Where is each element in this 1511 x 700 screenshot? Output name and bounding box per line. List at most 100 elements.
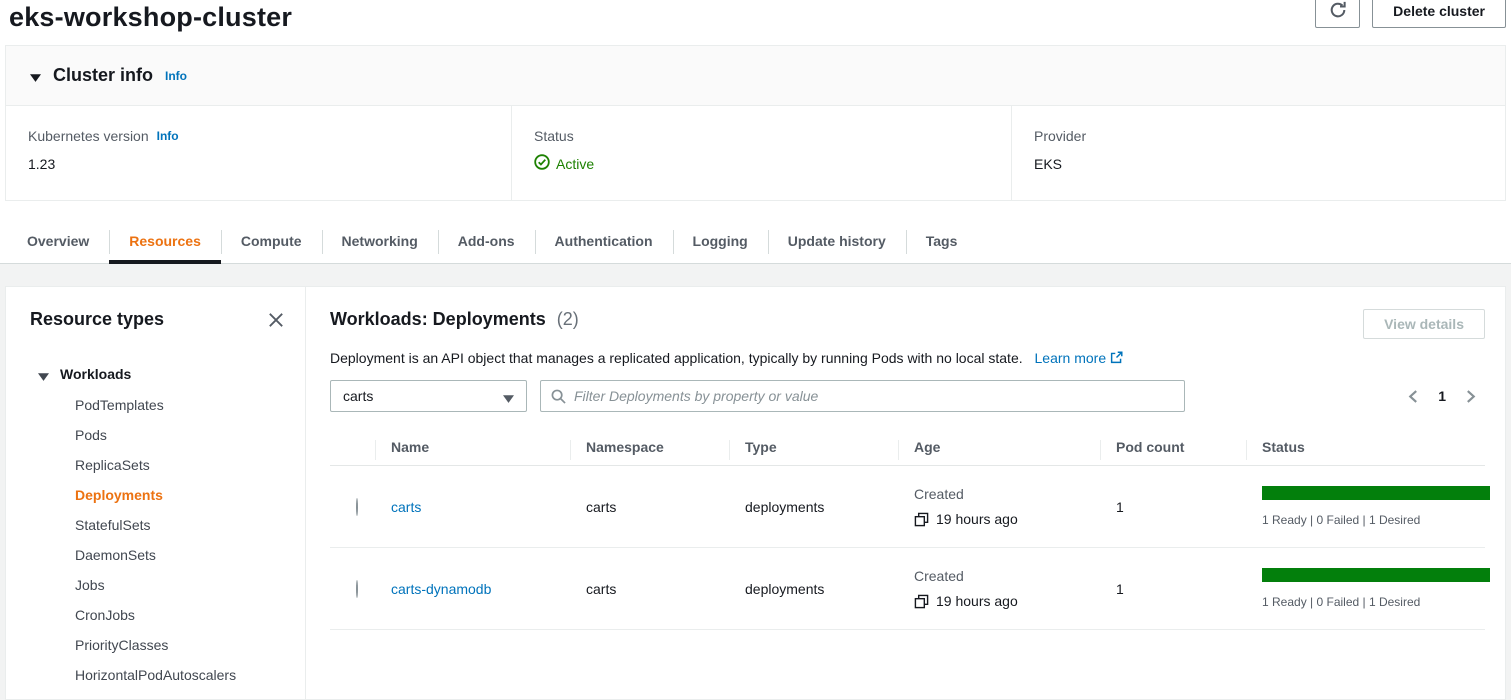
cell-namespace: carts <box>570 581 729 597</box>
status-label: Status <box>534 128 574 144</box>
table-row: carts-dynamodb carts deployments Created… <box>330 548 1485 630</box>
cell-namespace: carts <box>570 499 729 515</box>
header-status: Status <box>1246 439 1485 455</box>
deployments-table: Name Namespace Type Age Pod count Status… <box>330 429 1485 630</box>
namespace-filter-dropdown[interactable]: carts <box>330 380 527 412</box>
delete-cluster-button[interactable]: Delete cluster <box>1372 0 1506 28</box>
deployment-name-link[interactable]: carts-dynamodb <box>391 581 491 597</box>
provider-value: EKS <box>1034 156 1505 172</box>
cell-age: Created 19 hours ago <box>898 568 1100 609</box>
eks-cluster-page: eks-workshop-cluster Delete cluster Clus… <box>0 0 1511 700</box>
panel-count: (2) <box>557 309 579 329</box>
tab-tags[interactable]: Tags <box>906 219 978 263</box>
header-pod-count: Pod count <box>1100 439 1246 455</box>
tab-compute[interactable]: Compute <box>221 219 322 263</box>
panel-description: Deployment is an API object that manages… <box>330 350 1023 366</box>
refresh-button[interactable] <box>1315 0 1360 28</box>
tab-resources[interactable]: Resources <box>109 219 221 263</box>
page-number[interactable]: 1 <box>1438 388 1446 404</box>
filter-row: carts 1 <box>330 380 1485 412</box>
copy-icon[interactable] <box>914 594 929 609</box>
cluster-info-card: Cluster info Info Kubernetes version Inf… <box>5 45 1506 201</box>
sidebar-item-cronjobs[interactable]: CronJobs <box>30 600 285 630</box>
refresh-icon <box>1329 1 1347 22</box>
cell-status: 1 Ready | 0 Failed | 1 Desired <box>1246 486 1485 527</box>
tab-overview[interactable]: Overview <box>7 219 109 263</box>
sidebar-item-replicasets[interactable]: ReplicaSets <box>30 450 285 480</box>
cluster-info-info-link[interactable]: Info <box>165 69 187 83</box>
deployment-name-link[interactable]: carts <box>391 499 421 515</box>
learn-more-link[interactable]: Learn more <box>1035 350 1107 366</box>
cell-age: Created 19 hours ago <box>898 486 1100 527</box>
pagination: 1 <box>1407 388 1485 404</box>
cell-type: deployments <box>729 581 898 597</box>
sidebar-item-pods[interactable]: Pods <box>30 420 285 450</box>
tree-group-label: Workloads <box>60 366 131 382</box>
header-name: Name <box>375 439 570 455</box>
row-radio[interactable] <box>356 498 358 516</box>
search-input[interactable] <box>574 388 1174 404</box>
status-bar <box>1262 486 1490 500</box>
sidebar-item-podtemplates[interactable]: PodTemplates <box>30 390 285 420</box>
kubernetes-version-label: Kubernetes version <box>28 128 149 144</box>
tab-update-history[interactable]: Update history <box>768 219 906 263</box>
header-type: Type <box>729 439 898 455</box>
age-created-label: Created <box>914 486 1100 502</box>
status-text: 1 Ready | 0 Failed | 1 Desired <box>1262 513 1485 527</box>
expander-caret-icon[interactable] <box>30 70 41 81</box>
status-badge: Active <box>534 154 1011 173</box>
close-icon[interactable] <box>267 311 285 329</box>
cluster-tab-bar: Overview Resources Compute Networking Ad… <box>0 219 1511 264</box>
provider-label: Provider <box>1034 128 1086 144</box>
chevron-down-icon <box>503 391 514 402</box>
view-details-button[interactable]: View details <box>1363 309 1485 339</box>
status-value: Active <box>556 156 594 172</box>
cell-type: deployments <box>729 499 898 515</box>
kubernetes-version-info-link[interactable]: Info <box>157 129 179 143</box>
resource-types-title: Resource types <box>30 309 164 330</box>
chevron-left-icon[interactable] <box>1407 390 1420 403</box>
sidebar-item-jobs[interactable]: Jobs <box>30 570 285 600</box>
cell-pod-count: 1 <box>1100 499 1246 515</box>
tab-add-ons[interactable]: Add-ons <box>438 219 535 263</box>
sidebar-item-deployments[interactable]: Deployments <box>30 480 285 510</box>
cluster-info-header[interactable]: Cluster info Info <box>6 46 1505 106</box>
external-link-icon <box>1110 351 1123 364</box>
chevron-right-icon[interactable] <box>1464 390 1477 403</box>
status-field: Status Active <box>511 106 1011 200</box>
cell-pod-count: 1 <box>1100 581 1246 597</box>
panel-title: Workloads: Deployments <box>330 309 546 329</box>
sidebar-item-horizontalpodautoscalers[interactable]: HorizontalPodAutoscalers <box>30 660 285 690</box>
search-icon <box>551 389 566 404</box>
table-header-row: Name Namespace Type Age Pod count Status <box>330 429 1485 466</box>
sidebar-item-daemonsets[interactable]: DaemonSets <box>30 540 285 570</box>
sidebar-item-priorityclasses[interactable]: PriorityClasses <box>30 630 285 660</box>
header-actions: Delete cluster <box>1315 0 1506 28</box>
tab-authentication[interactable]: Authentication <box>535 219 673 263</box>
header-age: Age <box>898 439 1100 455</box>
row-radio[interactable] <box>356 580 358 598</box>
tree-group-workloads[interactable]: Workloads <box>30 358 285 390</box>
deployments-panel: Workloads: Deployments (2) View details … <box>306 287 1505 699</box>
copy-icon[interactable] <box>914 512 929 527</box>
sidebar-item-statefulsets[interactable]: StatefulSets <box>30 510 285 540</box>
cluster-info-title: Cluster info <box>53 65 153 86</box>
age-value-text: 19 hours ago <box>936 511 1018 527</box>
kubernetes-version-value: 1.23 <box>28 156 511 172</box>
kubernetes-version-field: Kubernetes version Info 1.23 <box>6 106 511 200</box>
status-text: 1 Ready | 0 Failed | 1 Desired <box>1262 595 1485 609</box>
content-area: Resource types Workloads PodTemplates <box>0 264 1511 700</box>
tab-networking[interactable]: Networking <box>322 219 438 263</box>
group-caret-icon <box>38 369 49 380</box>
cluster-info-body: Kubernetes version Info 1.23 Status Acti… <box>6 106 1505 200</box>
page-header: eks-workshop-cluster Delete cluster <box>0 0 1511 42</box>
table-row: carts carts deployments Created 19 hours… <box>330 466 1485 548</box>
cell-status: 1 Ready | 0 Failed | 1 Desired <box>1246 568 1485 609</box>
provider-field: Provider EKS <box>1011 106 1505 200</box>
status-bar <box>1262 568 1490 582</box>
page-title: eks-workshop-cluster <box>0 0 1511 34</box>
check-circle-icon <box>534 154 550 173</box>
resource-types-tree: Workloads PodTemplates Pods ReplicaSets … <box>30 358 285 690</box>
tab-logging[interactable]: Logging <box>673 219 768 263</box>
age-value-text: 19 hours ago <box>936 593 1018 609</box>
